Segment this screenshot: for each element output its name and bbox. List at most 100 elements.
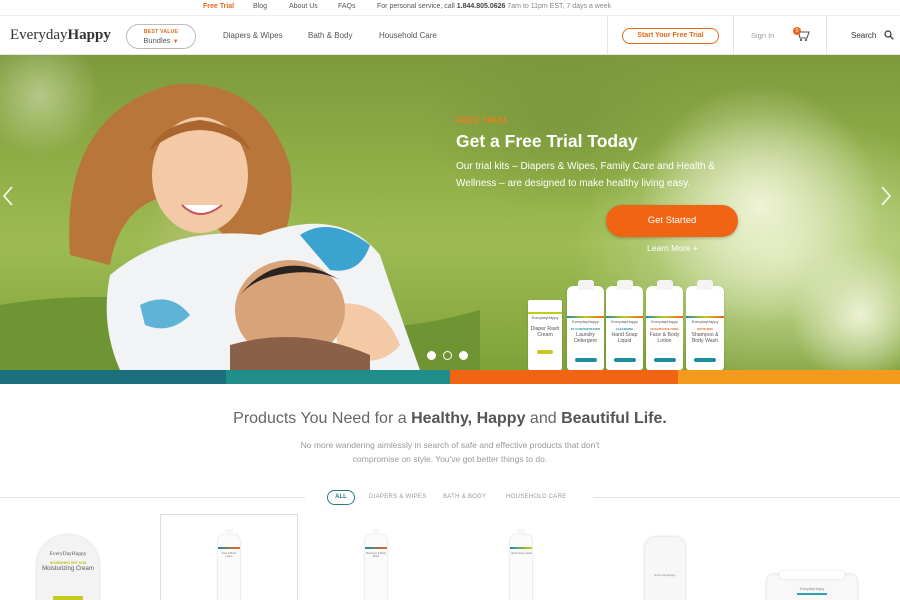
phone-info: For personal service, call 1.844.805.062…	[377, 3, 611, 10]
product-name: Shampoo & Body Wash	[691, 332, 719, 344]
slide-dot[interactable]	[427, 351, 436, 360]
nav-diapers-wipes[interactable]: Diapers & Wipes	[223, 31, 283, 40]
band-segment	[678, 370, 900, 384]
product-face-body-lotion-bottle[interactable]: Face & Body Lotion	[218, 529, 240, 600]
product-tag	[653, 358, 676, 362]
slide-dot[interactable]	[459, 351, 468, 360]
product-sub: 5X CONCENTRATED	[570, 327, 601, 331]
product-name: Diaper Rash Cream	[530, 326, 560, 338]
product-brand: EverydayHappy	[654, 573, 676, 577]
hero-title: Get a Free Trial Today	[456, 131, 638, 151]
section-title: Products You Need for a Healthy, Happy a…	[0, 410, 900, 428]
nav-bath-body[interactable]: Bath & Body	[308, 31, 352, 40]
search-link[interactable]: Search	[851, 31, 876, 40]
about-us-link[interactable]: About Us	[289, 3, 318, 10]
product-name: Moisturizing Cream	[42, 566, 94, 572]
bottle-stripe	[365, 547, 387, 549]
product-diaper-rash-cream[interactable]: EverydayHappy Diaper Rash Cream	[528, 300, 562, 370]
filter-tab-bath-body[interactable]: BATH & BODY	[443, 494, 486, 500]
wipes-lid	[779, 571, 845, 579]
product-stripe	[606, 316, 643, 318]
bundles-button[interactable]: BEST VALUE Bundles ▼	[126, 24, 196, 49]
product-hand-soap[interactable]: EverydayHappy CLEANSING Hand Soap Liquid	[606, 280, 643, 370]
band-segment	[226, 370, 450, 384]
faqs-link[interactable]: FAQs	[338, 3, 356, 10]
product-name: Hand Soap Liquid	[611, 332, 638, 344]
product-shampoo-body-wash-bottle[interactable]: Shampoo & Body Wash	[365, 529, 387, 600]
product-brand: EverydayHappy	[651, 320, 678, 324]
product-moisturizing-cream[interactable]: EveryDayHappy NOURISHING DRY SKIN Moistu…	[37, 535, 99, 600]
bottle-stripe	[510, 547, 532, 549]
product-name: Face & Body Lotion	[221, 552, 237, 559]
blog-link[interactable]: Blog	[253, 3, 267, 10]
start-free-trial-button[interactable]: Start Your Free Trial	[622, 28, 719, 44]
nav-household-care[interactable]: Household Care	[379, 31, 437, 40]
product-tag	[574, 358, 597, 362]
bundles-label: Bundles	[143, 36, 171, 45]
hero-banner: FREE TRIAL Get a Free Trial Today Our tr…	[0, 55, 900, 370]
product-cap	[577, 280, 594, 290]
hero-photo	[0, 55, 900, 370]
free-trial-link[interactable]: Free Trial	[203, 3, 234, 10]
filter-tab-household-care[interactable]: HOUSEHOLD CARE	[506, 494, 567, 500]
band-segment	[0, 370, 226, 384]
bundles-label-wrap: Bundles ▼	[127, 36, 195, 45]
product-brand: EverydayHappy	[611, 320, 638, 324]
header-divider	[607, 16, 608, 55]
product-tag	[537, 350, 553, 354]
bottle-stripe	[218, 547, 240, 549]
wipes-stripe	[797, 593, 827, 595]
logo-light: Everyday	[10, 27, 68, 43]
bottle-neck	[517, 529, 525, 536]
product-name: Laundry Detergent	[574, 332, 597, 344]
title-part: and	[525, 410, 562, 427]
product-sub: SOOTHING	[696, 327, 713, 331]
next-slide-icon[interactable]	[880, 185, 892, 207]
utility-bar: Free Trial Blog About Us FAQs For person…	[0, 0, 900, 15]
site-logo[interactable]: EverydayHappy	[10, 27, 111, 44]
product-laundry-detergent[interactable]: EverydayHappy 5X CONCENTRATED Laundry De…	[567, 280, 604, 370]
hero-description: Our trial kits – Diapers & Wipes, Family…	[456, 161, 715, 189]
title-part: Products You Need for a	[233, 410, 412, 427]
product-cap	[616, 280, 633, 290]
filter-tab-all[interactable]: ALL	[327, 490, 355, 505]
divider-line	[593, 497, 900, 498]
logo-bold: Happy	[67, 27, 111, 43]
product-face-body-lotion[interactable]: EverydayHappy FRAGRANCE FREE Face & Body…	[646, 280, 683, 370]
product-stripe	[567, 316, 604, 318]
band-segment	[450, 370, 678, 384]
search-icon[interactable]	[884, 30, 894, 40]
product-stripe	[646, 316, 683, 318]
product-brand: EverydayHappy	[572, 320, 599, 324]
product-stripe	[528, 312, 562, 314]
product-brand: EveryDayHappy	[49, 551, 87, 557]
learn-more-link[interactable]: Learn More +	[647, 243, 698, 253]
main-header: EverydayHappy BEST VALUE Bundles ▼ Diape…	[0, 15, 900, 55]
divider-line	[0, 497, 305, 498]
product-brand: EverydayHappy	[531, 316, 559, 320]
slide-dot[interactable]	[443, 351, 452, 360]
product-stripe	[686, 316, 724, 318]
previous-slide-icon[interactable]	[2, 185, 14, 207]
product-laundry-jug[interactable]: EverydayHappy	[645, 537, 685, 600]
product-tag	[694, 358, 716, 362]
product-sub: NOURISHING DRY SKIN	[49, 561, 87, 565]
product-brand: EverydayHappy	[799, 587, 825, 591]
product-shampoo-body-wash[interactable]: EverydayHappy SOOTHING Shampoo & Body Wa…	[686, 280, 724, 370]
product-cap	[656, 280, 673, 290]
product-tag	[53, 596, 83, 600]
header-divider	[826, 16, 827, 55]
best-value-badge: BEST VALUE	[143, 29, 179, 35]
phone-hours: 7am to 11pm EST, 7 days a week	[505, 3, 612, 10]
filter-tab-diapers-wipes[interactable]: DIAPERS & WIPES	[369, 494, 427, 500]
sign-in-link[interactable]: Sign In	[751, 31, 774, 40]
header-divider	[733, 16, 734, 55]
get-started-button[interactable]: Get Started	[606, 205, 738, 237]
product-hand-soap-bottle[interactable]: Hand Soap Liquid	[510, 529, 532, 600]
product-brand: EverydayHappy	[691, 320, 719, 324]
phone-number[interactable]: 1.844.805.0626	[457, 3, 506, 10]
product-sub: CLEANSING	[615, 327, 634, 331]
product-wipes-pack[interactable]: EverydayHappy	[767, 571, 857, 600]
phone-prefix: For personal service, call	[377, 3, 457, 10]
product-name: Hand Soap Liquid	[510, 552, 532, 555]
